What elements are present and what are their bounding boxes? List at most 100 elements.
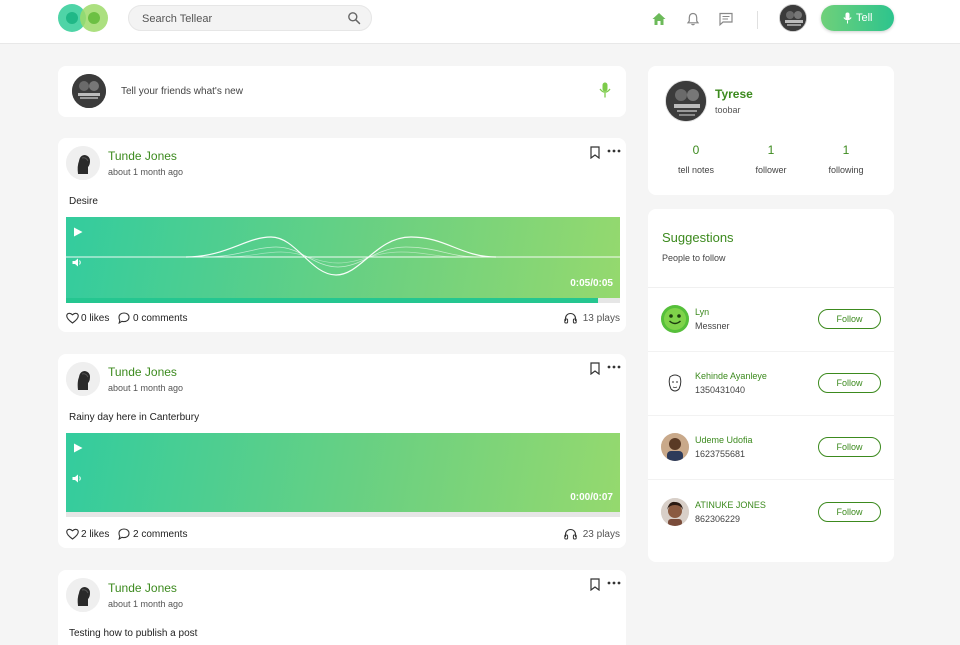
author-avatar[interactable] <box>66 146 100 180</box>
suggestion-avatar[interactable] <box>661 498 689 526</box>
comment-icon[interactable] <box>118 528 130 540</box>
audio-progress-fill <box>66 298 598 303</box>
suggestions-subtitle: People to follow <box>662 253 726 263</box>
suggestion-name[interactable]: Kehinde Ayanleye <box>695 371 767 381</box>
author-avatar[interactable] <box>66 362 100 396</box>
header-avatar[interactable] <box>779 4 807 32</box>
post-stats: 0 likes 0 comments 13 plays <box>66 312 620 326</box>
comments-count[interactable]: 0 comments <box>133 313 187 324</box>
follow-button[interactable]: Follow <box>818 437 881 457</box>
post-time: about 1 month ago <box>108 599 184 609</box>
stat-value: 1 <box>767 143 775 157</box>
author-name[interactable]: Tunde Jones <box>108 365 177 379</box>
volume-icon[interactable] <box>72 258 83 267</box>
comment-icon[interactable] <box>118 312 130 324</box>
microphone-icon <box>843 12 852 24</box>
more-options-icon[interactable] <box>607 149 621 153</box>
post-card: Tunde Jones about 1 month ago Rainy day … <box>58 354 626 548</box>
post-text: Rainy day here in Canterbury <box>69 412 200 423</box>
suggestion-avatar[interactable] <box>661 433 689 461</box>
compose-box[interactable]: Tell your friends what's new <box>58 66 626 117</box>
waveform <box>66 236 620 276</box>
bookmark-icon[interactable] <box>589 146 601 159</box>
audio-progress-bar[interactable] <box>66 512 620 517</box>
audio-player[interactable]: 0:05/0:05 <box>66 217 620 298</box>
suggestion-item: Udeme Udofia 1623755681 Follow <box>648 416 894 480</box>
plays-count: 13 plays <box>582 313 620 324</box>
suggestion-name[interactable]: Udeme Udofia <box>695 435 753 445</box>
microphone-icon[interactable] <box>599 82 611 98</box>
tellear-logo[interactable] <box>58 4 108 32</box>
compose-prompt[interactable]: Tell your friends what's new <box>121 86 243 97</box>
follow-button[interactable]: Follow <box>818 309 881 329</box>
header-divider <box>757 11 758 29</box>
play-icon[interactable] <box>73 227 83 237</box>
suggestion-handle: Messner <box>695 321 730 331</box>
author-avatar[interactable] <box>66 578 100 612</box>
row-divider <box>648 479 894 480</box>
post-text: Testing how to publish a post <box>69 628 198 639</box>
stat-following[interactable]: 1 following <box>806 143 886 175</box>
audio-timer: 0:00/0:07 <box>570 492 613 503</box>
post-time: about 1 month ago <box>108 383 184 393</box>
tell-button-label: Tell <box>856 12 873 24</box>
audio-player[interactable]: 0:00/0:07 <box>66 433 620 512</box>
suggestion-name[interactable]: ATINUKE JONES <box>695 500 766 510</box>
more-options-icon[interactable] <box>607 365 621 369</box>
heart-icon[interactable] <box>66 528 79 540</box>
suggestion-item: Lyn Messner Follow <box>648 288 894 352</box>
logo-dot-left <box>66 12 78 24</box>
comments-count[interactable]: 2 comments <box>133 529 187 540</box>
follow-button[interactable]: Follow <box>818 502 881 522</box>
profile-card: Tyrese toobar 0 tell notes 1 follower 1 … <box>648 66 894 195</box>
author-name[interactable]: Tunde Jones <box>108 581 177 595</box>
author-name[interactable]: Tunde Jones <box>108 149 177 163</box>
suggestion-item: ATINUKE JONES 862306229 Follow <box>648 481 894 545</box>
bookmark-icon[interactable] <box>589 362 601 375</box>
suggestion-avatar[interactable] <box>661 369 689 397</box>
likes-count[interactable]: 0 likes <box>81 313 109 324</box>
suggestion-handle: 862306229 <box>695 514 741 524</box>
suggestion-avatar[interactable] <box>661 305 689 333</box>
follow-button[interactable]: Follow <box>818 373 881 393</box>
suggestion-handle: 1350431040 <box>695 385 746 395</box>
bookmark-icon[interactable] <box>589 578 601 591</box>
home-icon[interactable] <box>651 11 667 27</box>
plays-count: 23 plays <box>582 529 620 540</box>
stat-value: 1 <box>842 143 850 157</box>
stat-value: 0 <box>692 143 700 157</box>
heart-icon[interactable] <box>66 312 79 324</box>
suggestions-title: Suggestions <box>662 230 734 245</box>
suggestion-item: Kehinde Ayanleye 1350431040 Follow <box>648 352 894 416</box>
headphones-icon <box>564 528 577 540</box>
post-card: Tunde Jones about 1 month ago Testing ho… <box>58 570 626 645</box>
compose-avatar <box>72 74 106 108</box>
stat-followers[interactable]: 1 follower <box>731 143 811 175</box>
suggestion-name[interactable]: Lyn <box>695 307 709 317</box>
profile-handle: toobar <box>715 105 741 115</box>
bell-icon[interactable] <box>685 11 701 27</box>
suggestions-card: Suggestions People to follow Lyn Messner… <box>648 209 894 562</box>
post-card: Tunde Jones about 1 month ago Desire 0:0… <box>58 138 626 332</box>
profile-avatar[interactable] <box>665 80 707 122</box>
post-time: about 1 month ago <box>108 167 184 177</box>
top-header: Tell <box>0 0 960 44</box>
profile-name[interactable]: Tyrese <box>715 87 753 101</box>
audio-progress-bar[interactable] <box>66 298 620 303</box>
messages-icon[interactable] <box>718 11 734 27</box>
headphones-icon <box>564 312 577 324</box>
stat-tell-notes[interactable]: 0 tell notes <box>656 143 736 175</box>
stat-label: tell notes <box>677 165 715 175</box>
tell-button[interactable]: Tell <box>821 5 894 31</box>
post-text: Desire <box>69 196 98 207</box>
more-options-icon[interactable] <box>607 581 621 585</box>
logo-dot-right <box>88 12 100 24</box>
suggestion-handle: 1623755681 <box>695 449 746 459</box>
likes-count[interactable]: 2 likes <box>81 529 109 540</box>
stat-label: following <box>828 165 864 175</box>
play-icon[interactable] <box>73 443 83 453</box>
search-input[interactable] <box>142 10 342 27</box>
search-icon[interactable] <box>347 11 361 25</box>
audio-timer: 0:05/0:05 <box>570 278 613 289</box>
volume-icon[interactable] <box>72 474 83 483</box>
